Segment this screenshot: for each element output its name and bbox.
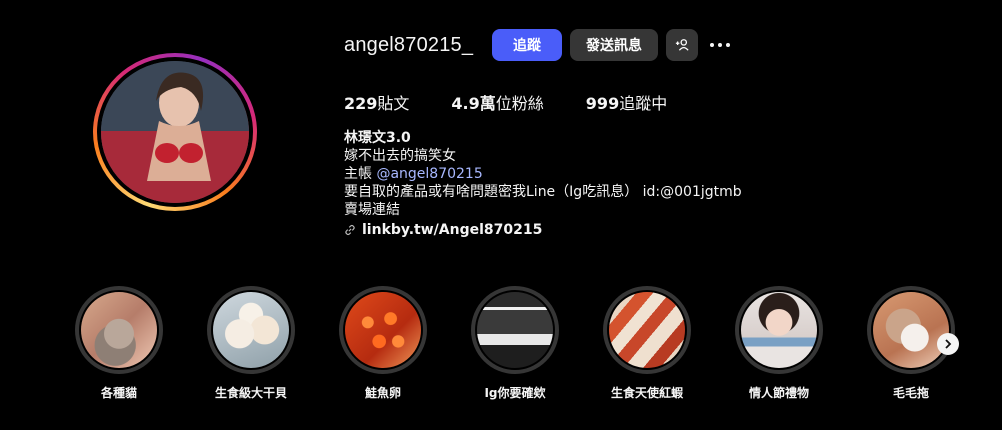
profile-stats: 229貼文 4.9萬位粉絲 999追蹤中: [344, 90, 709, 114]
highlight-label: 毛毛拖: [892, 386, 929, 400]
mention-link[interactable]: @angel870215: [376, 166, 482, 182]
dot: [718, 43, 722, 47]
highlight-cover: [213, 292, 289, 368]
highlight-inner: [343, 290, 423, 370]
highlight-ring: [75, 286, 163, 374]
external-link[interactable]: linkby.tw/Angel870215: [362, 221, 542, 239]
profile-avatar[interactable]: [101, 61, 249, 203]
highlight-inner: [475, 290, 555, 370]
bio-line-1: 嫁不出去的搞笑女: [344, 148, 456, 164]
highlight-label: 各種貓: [100, 386, 137, 400]
highlight-ring: [735, 286, 823, 374]
following-stat[interactable]: 999追蹤中: [586, 90, 667, 114]
followers-stat[interactable]: 4.9萬位粉絲: [451, 90, 543, 114]
highlight-cover: [81, 292, 157, 368]
highlight-inner: [211, 290, 291, 370]
highlight-cover: [873, 292, 949, 368]
bio-line-2-prefix: 主帳: [344, 166, 377, 182]
avatar-gap: [97, 57, 253, 207]
highlight-ring: [867, 286, 955, 374]
more-options-icon[interactable]: [710, 38, 734, 52]
profile-display-name: 林璟文3.0: [344, 130, 411, 146]
highlight-label: 生食天使紅蝦: [610, 386, 683, 400]
highlight-cover: [345, 292, 421, 368]
highlight-ring: [603, 286, 691, 374]
follow-button[interactable]: 追蹤: [492, 29, 562, 61]
chevron-right-icon: [945, 339, 952, 349]
dot: [726, 43, 730, 47]
bio-line-4: 賣場連結: [344, 202, 400, 218]
highlight-cover: [741, 292, 817, 368]
add-person-icon: [675, 39, 689, 51]
profile-avatar-ring[interactable]: [93, 53, 257, 211]
following-label: 追蹤中: [619, 94, 668, 113]
profile-username: angel870215_: [344, 34, 474, 56]
highlight-label: 鮭魚卵: [364, 386, 401, 400]
following-count: 999: [585, 94, 620, 113]
highlight-label: 情人節禮物: [748, 386, 809, 400]
external-link-row[interactable]: linkby.tw/Angel870215: [344, 221, 742, 239]
highlight-cover: [477, 292, 553, 368]
chain-link-icon: [345, 224, 355, 236]
highlight-ring: [339, 286, 427, 374]
highlight-label: 生食級大干貝: [214, 386, 287, 400]
followers-count: 4.9萬: [451, 94, 496, 113]
story-highlights: 各種貓 生食級大干貝 鮭魚卵 Ig你要確欸 生食天使紅蝦 情人節禮物 毛毛拖: [74, 286, 974, 406]
followers-label: 位粉絲: [495, 94, 544, 113]
posts-count: 229: [344, 94, 378, 113]
highlight-ring: [471, 286, 559, 374]
avatar-illustration: [101, 61, 249, 203]
highlight-inner: [871, 290, 951, 370]
message-button[interactable]: 發送訊息: [570, 29, 658, 61]
dot: [710, 43, 714, 47]
highlight-item[interactable]: 生食級大干貝: [206, 286, 296, 401]
highlight-item[interactable]: 情人節禮物: [734, 286, 824, 401]
highlight-inner: [607, 290, 687, 370]
highlight-item[interactable]: 鮭魚卵: [338, 286, 428, 401]
highlight-item[interactable]: Ig你要確欸: [470, 286, 560, 401]
highlight-item[interactable]: 生食天使紅蝦: [602, 286, 692, 401]
bio-line-2: 主帳 @angel870215: [344, 165, 742, 183]
highlight-inner: [79, 290, 159, 370]
highlight-cover: [609, 292, 685, 368]
highlight-ring: [207, 286, 295, 374]
posts-stat: 229貼文: [344, 90, 409, 114]
highlight-label: Ig你要確欸: [484, 386, 546, 400]
suggest-accounts-button[interactable]: [666, 29, 698, 61]
highlight-item[interactable]: 各種貓: [74, 286, 164, 401]
bio-line-3: 要自取的產品或有啥問題密我Line（Ig吃訊息） id:@001jgtmb: [344, 184, 742, 200]
highlights-next-button[interactable]: [937, 333, 959, 355]
posts-label: 貼文: [377, 94, 410, 113]
profile-bio: 林璟文3.0 嫁不出去的搞笑女 主帳 @angel870215 要自取的產品或有…: [344, 129, 742, 239]
highlight-inner: [739, 290, 819, 370]
